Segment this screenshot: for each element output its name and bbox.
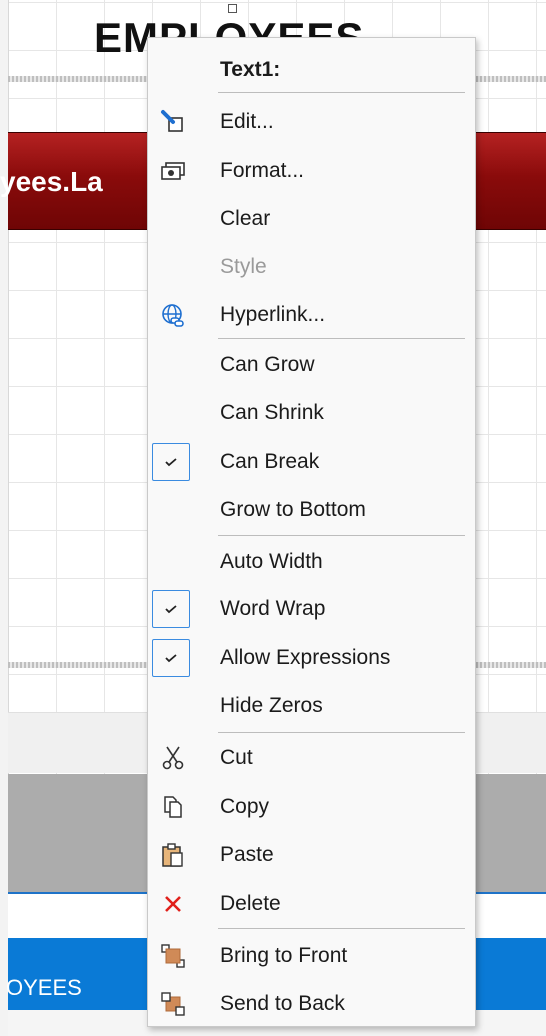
menu-item-paste[interactable]: Paste (148, 832, 475, 878)
menu-item-label: Format... (220, 159, 305, 182)
paste-icon (160, 842, 186, 868)
menu-header-label: Text1: (220, 58, 281, 81)
hyperlink-icon (160, 302, 186, 328)
menu-item-label: Can Shrink (220, 401, 324, 424)
menu-item-word-wrap[interactable]: Word Wrap (148, 586, 475, 632)
menu-item-label: Auto Width (220, 550, 323, 573)
format-icon (160, 158, 186, 184)
menu-item-clear[interactable]: Clear (148, 196, 475, 242)
checkmark-icon (152, 443, 190, 481)
menu-item-allow-expressions[interactable]: Allow Expressions (148, 635, 475, 681)
menu-separator (218, 535, 465, 536)
menu-item-cut[interactable]: Cut (148, 735, 475, 781)
menu-item-label: Edit... (220, 110, 274, 133)
menu-item-style: Style (148, 244, 475, 290)
send-to-back-icon (160, 991, 186, 1017)
menu-separator (218, 928, 465, 929)
menu-item-bring-to-front[interactable]: Bring to Front (148, 933, 475, 979)
report-footer-text[interactable]: OYEES (6, 975, 82, 1001)
menu-separator (218, 732, 465, 733)
menu-item-edit[interactable]: Edit... (148, 99, 475, 145)
menu-item-hyperlink[interactable]: Hyperlink... (148, 292, 475, 338)
menu-item-label: Word Wrap (220, 597, 326, 620)
context-menu: Text1: Edit... Format... Clear Style Hyp… (147, 37, 476, 1027)
menu-item-label: Allow Expressions (220, 646, 391, 669)
checkmark-icon (152, 639, 190, 677)
menu-item-copy[interactable]: Copy (148, 784, 475, 830)
menu-item-label: Delete (220, 892, 281, 915)
menu-item-hide-zeros[interactable]: Hide Zeros (148, 683, 475, 729)
menu-item-label: Grow to Bottom (220, 498, 366, 521)
menu-item-label: Cut (220, 746, 253, 769)
menu-item-label: Can Grow (220, 353, 315, 376)
bring-to-front-icon (160, 943, 186, 969)
menu-item-auto-width[interactable]: Auto Width (148, 539, 475, 585)
menu-item-label: Send to Back (220, 992, 345, 1015)
menu-item-label: Hyperlink... (220, 303, 326, 326)
menu-item-label: Clear (220, 207, 271, 230)
checkmark-icon (152, 590, 190, 628)
menu-item-can-break[interactable]: Can Break (148, 439, 475, 485)
menu-item-label: Hide Zeros (220, 694, 323, 717)
menu-item-label: Bring to Front (220, 944, 348, 967)
menu-item-send-to-back[interactable]: Send to Back (148, 981, 475, 1027)
menu-item-label: Paste (220, 843, 274, 866)
menu-header: Text1: (148, 47, 475, 93)
menu-separator (218, 338, 465, 339)
edit-icon (160, 109, 186, 135)
copy-icon (160, 794, 186, 820)
menu-item-can-grow[interactable]: Can Grow (148, 342, 475, 388)
selection-handle[interactable] (228, 4, 237, 13)
menu-item-format[interactable]: Format... (148, 148, 475, 194)
menu-item-delete[interactable]: Delete (148, 881, 475, 927)
field-expression-text[interactable]: yees.La (0, 166, 103, 198)
menu-item-can-shrink[interactable]: Can Shrink (148, 390, 475, 436)
menu-item-label: Copy (220, 795, 270, 818)
menu-item-label: Can Break (220, 450, 320, 473)
delete-icon (160, 891, 186, 917)
cut-icon (160, 745, 186, 771)
menu-separator (218, 92, 465, 93)
menu-item-grow-to-bottom[interactable]: Grow to Bottom (148, 487, 475, 533)
menu-item-label: Style (220, 255, 267, 278)
